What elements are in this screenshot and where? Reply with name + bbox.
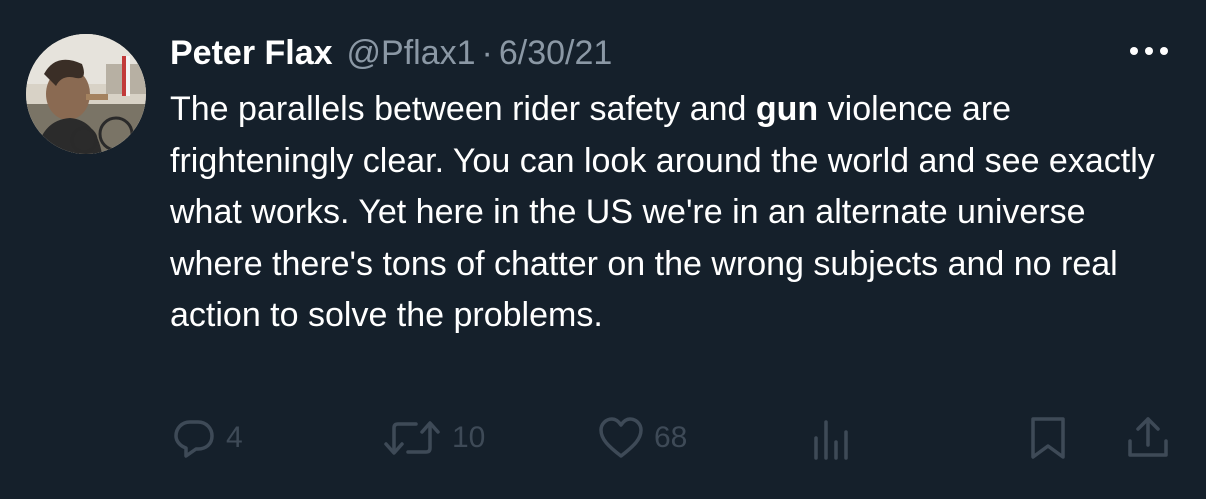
bookmark-button[interactable] <box>1028 412 1068 464</box>
avatar-photo <box>26 34 146 154</box>
share-icon <box>1128 417 1168 457</box>
like-button[interactable]: 68 <box>598 412 687 464</box>
reply-icon <box>174 420 214 458</box>
tweet: Peter Flax @Pflax1 · 6/30/21 The paralle… <box>0 0 1206 499</box>
heart-icon <box>599 417 643 458</box>
like-count: 68 <box>654 421 688 454</box>
retweet-button[interactable]: 10 <box>382 412 485 464</box>
tweet-text-highlight: gun <box>755 90 819 128</box>
more-horizontal-icon <box>1130 47 1168 55</box>
user-handle[interactable]: @Pflax1 <box>347 30 476 76</box>
tweet-header: Peter Flax @Pflax1 · 6/30/21 <box>170 30 612 76</box>
analytics-button[interactable] <box>810 412 854 464</box>
analytics-icon <box>814 420 848 460</box>
display-name[interactable]: Peter Flax <box>170 30 333 76</box>
tweet-date[interactable]: 6/30/21 <box>499 30 612 76</box>
header-separator: · <box>481 34 493 72</box>
tweet-text-before: The parallels between rider safety and <box>170 90 756 128</box>
avatar[interactable] <box>26 34 146 154</box>
retweet-icon <box>384 421 440 455</box>
reply-button[interactable]: 4 <box>172 412 243 464</box>
share-button[interactable] <box>1126 412 1170 464</box>
more-icon[interactable] <box>1126 36 1172 66</box>
action-bar: 4 10 68 <box>170 412 1180 464</box>
tweet-text: The parallels between rider safety and g… <box>170 84 1180 342</box>
reply-count: 4 <box>226 421 243 454</box>
retweet-count: 10 <box>452 421 486 454</box>
bookmark-icon <box>1031 417 1065 459</box>
